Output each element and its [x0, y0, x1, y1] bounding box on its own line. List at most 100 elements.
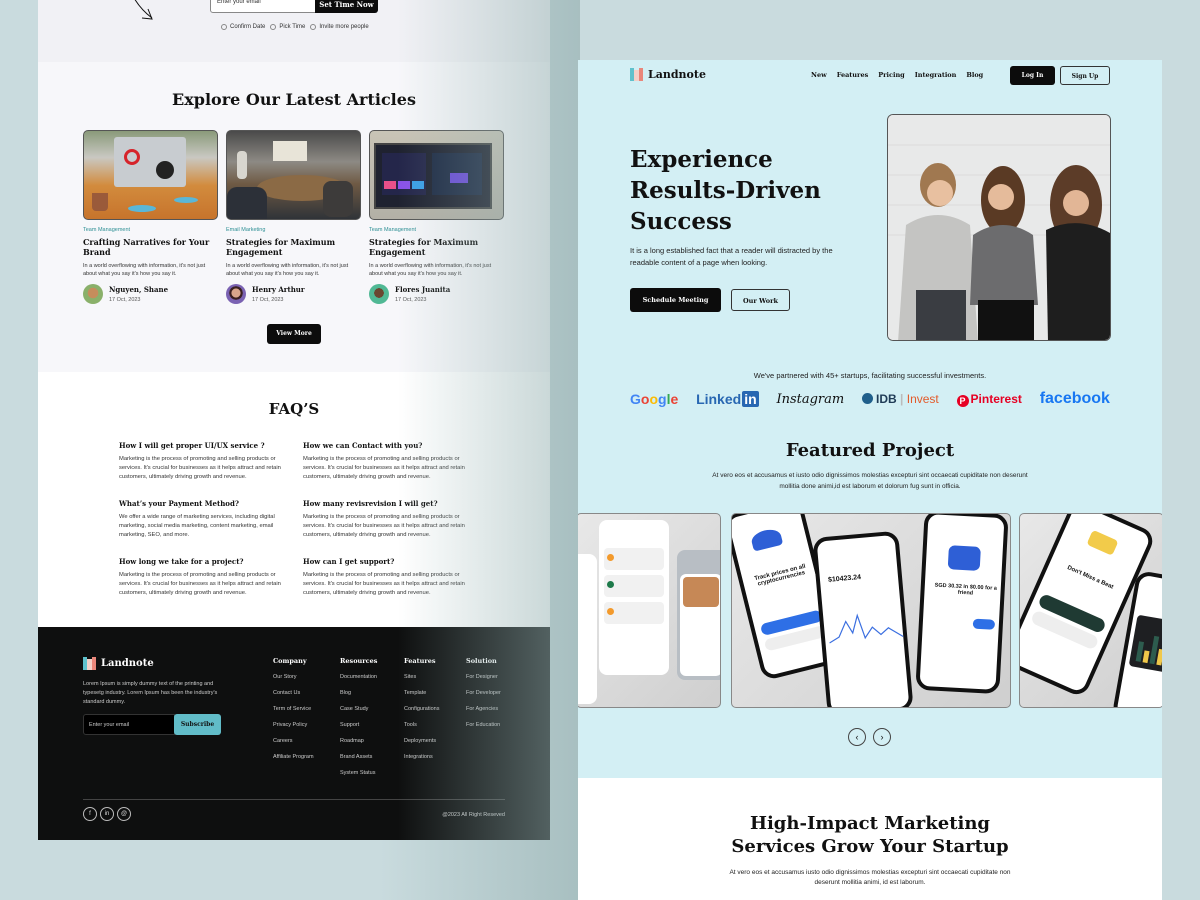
article-description: In a world overflowing with information,… [369, 263, 492, 277]
signup-button[interactable]: Sign Up [1060, 66, 1110, 85]
faq-item[interactable]: How I will get proper UI/UX service ? Mar… [119, 441, 289, 482]
right-page-preview: Landnote New Features Pricing Integratio… [578, 60, 1162, 900]
faq-question[interactable]: How we can Contact with you? [303, 441, 473, 450]
footer-column-title: Features [404, 657, 436, 665]
view-more-button[interactable]: View More [267, 324, 321, 344]
footer-link[interactable]: Deployments [404, 738, 439, 744]
carousel-next-button[interactable]: › [873, 728, 891, 746]
carousel-prev-button[interactable]: ‹ [848, 728, 866, 746]
faq-question[interactable]: What’s your Payment Method? [119, 499, 289, 508]
faq-item[interactable]: How long we take for a project? Marketing… [119, 557, 289, 598]
nav-item-pricing[interactable]: Pricing [878, 71, 904, 79]
footer-link[interactable]: Brand Assets [340, 754, 377, 760]
idb-invest-logo: IDB | Invest [862, 392, 939, 406]
article-card[interactable]: Team Management Strategies for Maximum E… [369, 130, 505, 304]
footer-column-title: Resources [340, 657, 378, 665]
footer-link[interactable]: Configurations [404, 706, 439, 712]
set-time-button[interactable]: Set Time Now [315, 0, 378, 13]
article-description: In a world overflowing with information,… [83, 263, 206, 277]
footer-link[interactable]: For Developer [466, 690, 501, 696]
hero-title: Experience Results-Driven Success [630, 144, 821, 237]
schedule-meeting-button[interactable]: Schedule Meeting [630, 288, 721, 312]
footer-link[interactable]: Contact Us [273, 690, 314, 696]
footer-logo[interactable]: Landnote [83, 657, 154, 670]
article-author: Nguyen, Shane 17 Oct, 2023 [83, 284, 219, 304]
logo[interactable]: Landnote [630, 68, 706, 81]
faq-question[interactable]: How many revisrevision I will get? [303, 499, 473, 508]
footer-link[interactable]: Term of Service [273, 706, 314, 712]
article-category[interactable]: Team Management [83, 227, 219, 233]
article-category[interactable]: Team Management [369, 227, 505, 233]
hero-title-line: Success [630, 208, 732, 235]
footer-link[interactable]: System Status [340, 770, 377, 776]
footer-link[interactable]: For Education [466, 722, 501, 728]
footer-link[interactable]: For Agencies [466, 706, 501, 712]
footer-column-solution: Solution For Designer For Developer For … [466, 657, 501, 738]
faq-item[interactable]: What’s your Payment Method? We offer a wi… [119, 499, 289, 540]
faq-item[interactable]: How many revisrevision I will get? Market… [303, 499, 473, 540]
threads-icon[interactable]: @ [117, 807, 131, 821]
nav-item-features[interactable]: Features [837, 71, 869, 79]
services-title-line: Services Grow Your Startup [731, 836, 1009, 857]
price-chart [829, 613, 904, 644]
nav-item-new[interactable]: New [811, 71, 827, 79]
footer-link[interactable]: Blog [340, 690, 377, 696]
nav-item-integration[interactable]: Integration [915, 71, 957, 79]
linkedin-icon[interactable]: in [100, 807, 114, 821]
cta-checklist: Confirm Date Pick Time Invite more peopl… [221, 24, 369, 30]
footer-column-title: Company [273, 657, 307, 665]
footer-link[interactable]: Template [404, 690, 439, 696]
footer-link[interactable]: Support [340, 722, 377, 728]
footer-divider [83, 799, 505, 800]
article-card[interactable]: Email Marketing Strategies for Maximum E… [226, 130, 362, 304]
faq-answer: Marketing is the process of promoting an… [303, 456, 465, 480]
footer-link[interactable]: Sites [404, 674, 439, 680]
footer: Landnote Lorem Ipsum is simply dummy tex… [38, 627, 550, 840]
faq-question[interactable]: How can I get support? [303, 557, 473, 566]
rocket-icon [749, 526, 784, 552]
footer-email-input[interactable]: Enter your email [83, 714, 175, 735]
faq-item[interactable]: How we can Contact with you? Marketing is… [303, 441, 473, 482]
pinterest-wordmark: Pinterest [970, 391, 1022, 406]
author-avatar [369, 284, 389, 304]
author-avatar [83, 284, 103, 304]
article-title[interactable]: Strategies for Maximum Engagement [226, 237, 362, 257]
instagram-logo: Instagram [776, 391, 845, 407]
article-title[interactable]: Crafting Narratives for Your Brand [83, 237, 219, 257]
article-title[interactable]: Strategies for Maximum Engagement [369, 237, 505, 257]
article-card[interactable]: Team Management Crafting Narratives for … [83, 130, 219, 304]
project-card[interactable]: Don't Miss a Beat [1019, 513, 1162, 708]
footer-link[interactable]: Documentation [340, 674, 377, 680]
hero-title-line: Experience [630, 146, 773, 173]
footer-link[interactable]: Careers [273, 738, 314, 744]
footer-link[interactable]: Roadmap [340, 738, 377, 744]
hero-title-line: Results-Driven [630, 177, 821, 204]
footer-column-title: Solution [466, 657, 497, 665]
nav-item-blog[interactable]: Blog [966, 71, 983, 79]
our-work-button[interactable]: Our Work [731, 289, 790, 311]
footer-link[interactable]: Affiliate Program [273, 754, 314, 760]
faq-item[interactable]: How can I get support? Marketing is the p… [303, 557, 473, 598]
faq-question[interactable]: How I will get proper UI/UX service ? [119, 441, 289, 450]
login-button[interactable]: Log In [1010, 66, 1055, 85]
article-category[interactable]: Email Marketing [226, 227, 362, 233]
subscribe-button[interactable]: Subscribe [174, 714, 221, 735]
services-title: High-Impact Marketing Services Grow Your… [578, 812, 1162, 858]
footer-link[interactable]: Integrations [404, 754, 439, 760]
facebook-icon[interactable]: f [83, 807, 97, 821]
project-card[interactable] [578, 513, 721, 708]
faq-answer: Marketing is the process of promoting an… [119, 456, 281, 480]
cta-email-input[interactable]: Enter your email [210, 0, 316, 13]
footer-link[interactable]: For Designer [466, 674, 501, 680]
footer-link[interactable]: Tools [404, 722, 439, 728]
footer-link[interactable]: Case Study [340, 706, 377, 712]
faq-question[interactable]: How long we take for a project? [119, 557, 289, 566]
footer-link[interactable]: Privacy Policy [273, 722, 314, 728]
phone-text: SGD 30.32 in $0.00 for a friend [934, 582, 998, 597]
project-card[interactable]: Track prices on all cryptocurrencies $10… [731, 513, 1011, 708]
phone-text: Don't Miss a Beat [1066, 564, 1115, 591]
chevron-right-icon: › [880, 732, 884, 742]
check-label: Confirm Date [230, 24, 266, 30]
footer-link[interactable]: Our Story [273, 674, 314, 680]
check-circle-icon [310, 24, 317, 30]
